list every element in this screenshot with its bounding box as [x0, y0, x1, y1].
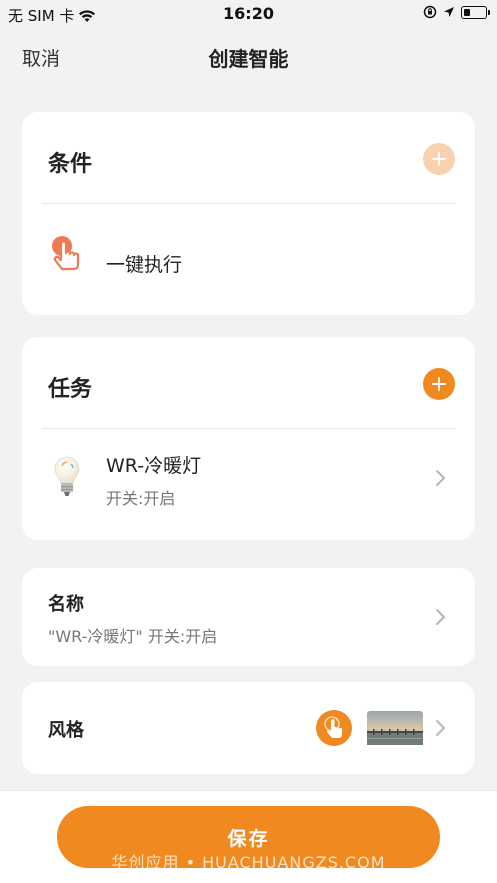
condition-label: 一键执行 — [106, 254, 183, 276]
tasks-card: 任务 WR-冷暖灯 开关:开启 — [22, 337, 475, 540]
page-title: 创建智能 — [208, 47, 289, 71]
task-subtitle: 开关:开启 — [106, 489, 176, 508]
tap-hand-icon — [52, 236, 80, 271]
bottom-bar: 保存 华创应用 • HUACHUANGZS.COM — [0, 790, 497, 883]
tasks-header: 任务 — [48, 377, 93, 402]
status-bar: 无 SIM 卡 16:20 — [0, 0, 497, 28]
battery-icon — [461, 5, 490, 19]
save-label: 保存 — [227, 827, 270, 850]
style-row[interactable]: 风格 — [22, 682, 475, 774]
task-title: WR-冷暖灯 — [106, 455, 202, 477]
chevron-right-icon — [436, 609, 445, 625]
condition-item[interactable]: 一键执行 — [22, 204, 475, 314]
conditions-header: 条件 — [48, 152, 93, 177]
location-arrow-icon — [444, 7, 454, 17]
light-bulb-icon — [54, 456, 80, 496]
style-background-thumbnail — [367, 711, 423, 745]
plus-icon — [432, 152, 446, 166]
name-row[interactable]: 名称 "WR-冷暖灯" 开关:开启 — [22, 568, 475, 666]
style-label: 风格 — [48, 720, 84, 741]
plus-icon — [432, 377, 446, 391]
add-task-button[interactable] — [423, 368, 455, 400]
nav-bar: 取消 创建智能 — [0, 28, 497, 84]
chevron-right-icon — [436, 470, 445, 486]
orientation-lock-icon — [423, 5, 437, 19]
task-item[interactable]: WR-冷暖灯 开关:开启 — [22, 429, 475, 539]
watermark-text: 华创应用 • HUACHUANGZS.COM — [111, 853, 386, 872]
name-label: 名称 — [48, 594, 84, 615]
status-right — [423, 5, 490, 19]
add-condition-button[interactable] — [423, 143, 455, 175]
chevron-right-icon — [436, 720, 445, 736]
style-icon-preview — [316, 710, 352, 746]
name-value: "WR-冷暖灯" 开关:开启 — [48, 627, 218, 646]
conditions-card: 条件 一键执行 — [22, 112, 475, 315]
